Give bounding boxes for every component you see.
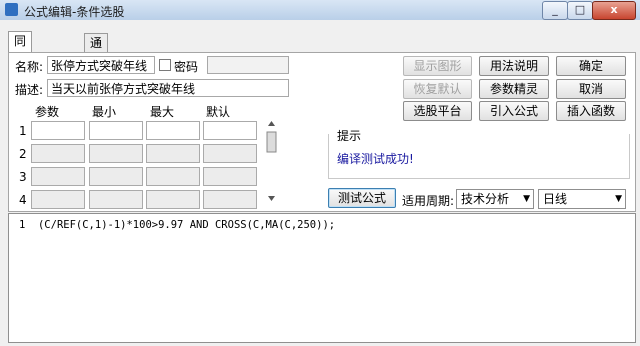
- maximize-button[interactable]: □: [567, 1, 593, 20]
- param-cell[interactable]: [146, 144, 200, 163]
- param-scrollbar[interactable]: [265, 118, 278, 208]
- param-cell[interactable]: [203, 121, 257, 140]
- analysis-type-value: 技术分析: [461, 192, 510, 206]
- param-wizard-button[interactable]: 参数精灵: [479, 79, 549, 99]
- show-chart-button[interactable]: 显示图形: [403, 56, 472, 76]
- close-button[interactable]: x: [592, 1, 636, 20]
- param-cell[interactable]: [203, 190, 257, 209]
- param-row-number: 1: [19, 124, 27, 138]
- param-header-param: 参数: [35, 105, 60, 119]
- period-value: 日线: [543, 192, 568, 206]
- scroll-up-arrow-icon[interactable]: [268, 121, 275, 126]
- param-row-number: 2: [19, 147, 27, 161]
- param-cell[interactable]: [89, 121, 143, 140]
- param-cell[interactable]: [203, 167, 257, 186]
- restore-default-button[interactable]: 恢复默认: [403, 79, 472, 99]
- password-label: 密码: [174, 60, 199, 74]
- param-cell[interactable]: [89, 144, 143, 163]
- title-bar: 公式编辑-条件选股 _ □ x: [0, 0, 640, 20]
- name-label: 名称:: [15, 60, 44, 74]
- usage-button[interactable]: 用法说明: [479, 56, 549, 76]
- description-label: 描述:: [15, 83, 44, 97]
- param-cell[interactable]: [31, 190, 85, 209]
- line-number: 1: [19, 219, 26, 231]
- tab-tongdaxin[interactable]: 通达信模式: [84, 33, 109, 122]
- code-editor[interactable]: 1 (C/REF(C,1)-1)*100>9.97 AND CROSS(C,MA…: [8, 213, 636, 343]
- param-header-min: 最小: [92, 105, 117, 119]
- param-header-max: 最大: [150, 105, 175, 119]
- test-formula-button[interactable]: 测试公式: [328, 188, 396, 208]
- window-title: 公式编辑-条件选股: [24, 5, 125, 19]
- app-icon: [5, 3, 18, 16]
- param-row-number: 4: [19, 193, 27, 207]
- param-cell[interactable]: [31, 144, 85, 163]
- ok-button[interactable]: 确定: [556, 56, 626, 76]
- import-formula-button[interactable]: 引入公式: [479, 101, 549, 121]
- analysis-type-select[interactable]: 技术分析 ▼: [456, 189, 534, 209]
- param-row-number: 3: [19, 170, 27, 184]
- param-cell[interactable]: [89, 167, 143, 186]
- param-cell[interactable]: [31, 121, 85, 140]
- cancel-button[interactable]: 取消: [556, 79, 626, 99]
- period-select[interactable]: 日线 ▼: [538, 189, 626, 209]
- param-cell[interactable]: [31, 167, 85, 186]
- hint-title: 提示: [335, 127, 364, 144]
- param-cell[interactable]: [146, 167, 200, 186]
- param-cell[interactable]: [146, 121, 200, 140]
- insert-function-button[interactable]: 插入函数: [556, 101, 626, 121]
- chevron-down-icon: ▼: [523, 194, 530, 204]
- scrollbar-graphic: [266, 121, 277, 201]
- hint-message: 编译测试成功!: [337, 152, 414, 166]
- formula-code[interactable]: (C/REF(C,1)-1)*100>9.97 AND CROSS(C,MA(C…: [38, 219, 335, 231]
- param-cell[interactable]: [203, 144, 257, 163]
- password-field[interactable]: [207, 56, 289, 74]
- scroll-thumb[interactable]: [266, 131, 277, 153]
- scroll-down-arrow-icon[interactable]: [268, 196, 275, 201]
- code-line[interactable]: 1 (C/REF(C,1)-1)*100>9.97 AND CROSS(C,MA…: [19, 219, 335, 231]
- description-field[interactable]: 当天以前张停方式突破年线: [47, 79, 289, 97]
- tab-tonghuashun[interactable]: 同花顺模式: [8, 31, 33, 120]
- param-header-default: 默认: [206, 105, 231, 119]
- param-cell[interactable]: [89, 190, 143, 209]
- param-cell[interactable]: [146, 190, 200, 209]
- minimize-button[interactable]: _: [542, 1, 568, 20]
- chevron-down-icon: ▼: [615, 194, 622, 204]
- formula-editor-window: 公式编辑-条件选股 _ □ x 同花顺模式 通达信模式 名称: 张停方式突破年线…: [0, 0, 640, 346]
- name-field[interactable]: 张停方式突破年线: [47, 56, 155, 74]
- period-label: 适用周期:: [402, 194, 455, 208]
- password-checkbox[interactable]: [159, 59, 171, 71]
- stock-platform-button[interactable]: 选股平台: [403, 101, 472, 121]
